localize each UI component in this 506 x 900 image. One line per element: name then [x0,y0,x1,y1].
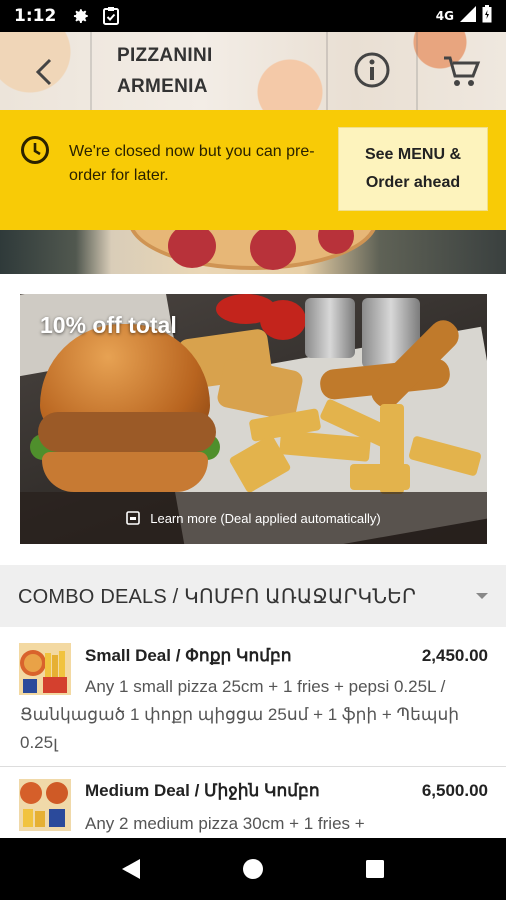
triangle-back-icon [122,859,140,879]
restaurant-cover-image [0,230,506,274]
back-button[interactable] [24,52,64,92]
tomato-graphic [260,300,306,340]
status-time: 1:12 [14,6,57,26]
header-divider [416,32,418,110]
category-title: COMBO DEALS / ԿՈՄԲՈ ԱՌԱՋԱՐԿՆԵՐ [18,586,417,608]
item-name: Medium Deal / Միջին Կոմբո [85,781,320,800]
battery-icon [482,4,492,28]
header-divider [90,32,92,110]
see-menu-order-ahead-button[interactable]: See MENU & Order ahead [338,127,488,211]
item-price: 6,500.00 [421,781,488,800]
app-header: PIZZANINI ARMENIA [0,32,506,110]
closed-message: We're closed now but you can pre-order f… [69,143,315,184]
promo-deal-card[interactable]: 10% off total Learn more (Deal applied a… [20,294,487,544]
android-nav-bar [0,838,506,900]
gift-icon [126,511,141,525]
nav-back-button[interactable] [111,849,151,889]
caret-down-icon [476,593,488,599]
status-right-group: 4G [435,4,492,28]
promo-title: 10% off total [40,312,177,338]
network-type: 4G [435,9,454,23]
nav-home-button[interactable] [233,849,273,889]
clipboard-check-icon [100,5,122,27]
square-recents-icon [366,860,384,878]
info-button[interactable] [352,50,392,90]
item-description: Any 2 medium pizza 30cm + 1 fries + [85,814,365,833]
title-line-2: ARMENIA [117,76,208,97]
nav-recents-button[interactable] [355,849,395,889]
item-price: 2,450.00 [421,646,488,665]
promo-learn-more[interactable]: Learn more (Deal applied automatically) [20,492,487,544]
cart-icon [444,56,481,86]
signal-icon [460,5,476,27]
settings-gear-icon [70,5,92,27]
clock-icon [20,135,50,165]
cart-button[interactable] [442,50,482,90]
menu-item-small-deal[interactable]: Small Deal / Փոքր Կոմբո 2,450.00 Any 1 s… [0,627,506,767]
restaurant-title: PIZZANINI ARMENIA [117,40,213,102]
burger-bun-bottom-graphic [42,452,208,492]
category-combo-deals[interactable]: COMBO DEALS / ԿՈՄԲՈ ԱՌԱՋԱՐԿՆԵՐ [0,565,506,627]
see-menu-label-2: Order ahead [365,174,461,191]
see-menu-label-1: See MENU & [364,146,462,163]
item-name: Small Deal / Փոքր Կոմբո [85,646,292,665]
circle-home-icon [243,859,263,879]
item-description: Any 1 small pizza 25cm + 1 fries + pepsi… [20,677,460,752]
chevron-left-icon [35,58,52,86]
title-line-1: PIZZANINI [117,45,213,66]
info-icon [354,52,390,88]
sauce-cup-graphic [305,298,355,358]
fry-graphic [350,464,410,490]
status-bar: 1:12 4G [0,0,506,32]
burger-patty-graphic [38,412,216,452]
menu-item-medium-deal[interactable]: Medium Deal / Միջին Կոմբո 6,500.00 Any 2… [0,767,506,839]
closed-banner: We're closed now but you can pre-order f… [0,110,506,230]
promo-footer-text: Learn more (Deal applied automatically) [150,510,381,526]
header-divider [326,32,328,110]
